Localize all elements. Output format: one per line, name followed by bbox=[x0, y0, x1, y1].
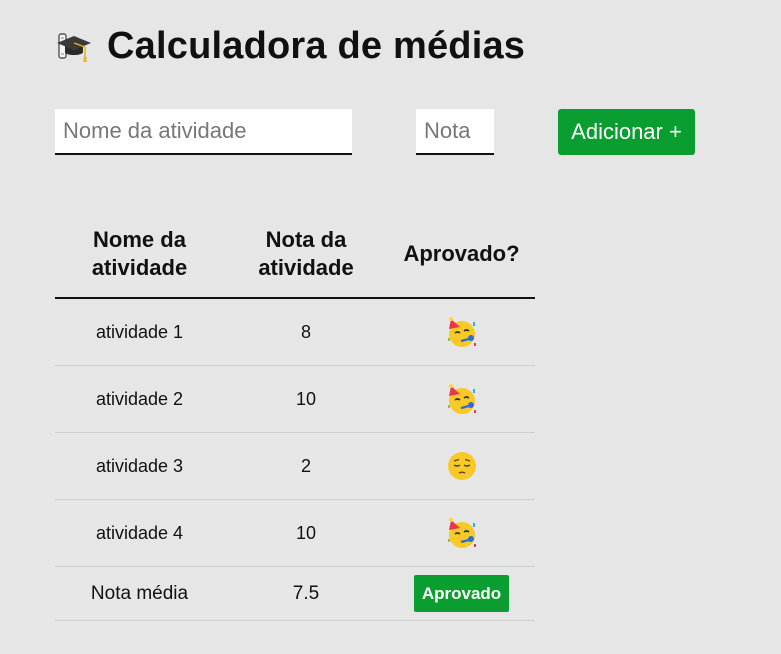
approved-cell bbox=[388, 298, 535, 366]
table-row: atividade 2 10 bbox=[55, 365, 535, 433]
page-title: Calculadora de médias bbox=[107, 24, 526, 67]
status-badge: Aprovado bbox=[413, 575, 510, 612]
activity-grade-cell: 10 bbox=[224, 365, 388, 433]
average-label: Nota média bbox=[55, 566, 224, 621]
table-row: atividade 3 2 bbox=[55, 432, 535, 500]
partying-face-icon bbox=[447, 518, 476, 548]
average-value: 7.5 bbox=[224, 566, 388, 621]
activity-name-cell: atividade 3 bbox=[55, 432, 224, 500]
average-status-cell: Aprovado bbox=[388, 566, 535, 621]
graduation-cap-icon bbox=[57, 33, 91, 62]
approved-cell bbox=[388, 432, 535, 500]
add-activity-button[interactable]: Adicionar + bbox=[558, 109, 695, 155]
approved-cell bbox=[388, 499, 535, 567]
activity-grade-cell: 8 bbox=[224, 298, 388, 366]
table-row: atividade 1 8 bbox=[55, 298, 535, 366]
activity-name-input[interactable] bbox=[55, 109, 352, 155]
activity-grade-cell: 2 bbox=[224, 432, 388, 500]
page: Calculadora de médias Adicionar + Nome d… bbox=[0, 0, 781, 654]
header-approved: Aprovado? bbox=[388, 211, 535, 299]
partying-face-icon bbox=[447, 317, 476, 347]
table-header-row: Nome da atividade Nota da atividade Apro… bbox=[55, 211, 535, 299]
header: Calculadora de médias bbox=[54, 24, 525, 68]
header-activity-name: Nome da atividade bbox=[55, 211, 224, 299]
table-footer-row: Nota média 7.5 Aprovado bbox=[55, 566, 535, 621]
activities-table: Nome da atividade Nota da atividade Apro… bbox=[55, 211, 535, 621]
table-row: atividade 4 10 bbox=[55, 499, 535, 567]
header-activity-grade: Nota da atividade bbox=[224, 211, 388, 299]
activity-grade-input[interactable] bbox=[416, 109, 494, 155]
partying-face-icon bbox=[447, 384, 476, 414]
activity-grade-cell: 10 bbox=[224, 499, 388, 567]
activity-name-cell: atividade 4 bbox=[55, 499, 224, 567]
activity-name-cell: atividade 1 bbox=[55, 298, 224, 366]
pensive-face-icon bbox=[447, 452, 476, 480]
approved-cell bbox=[388, 365, 535, 433]
activity-name-cell: atividade 2 bbox=[55, 365, 224, 433]
